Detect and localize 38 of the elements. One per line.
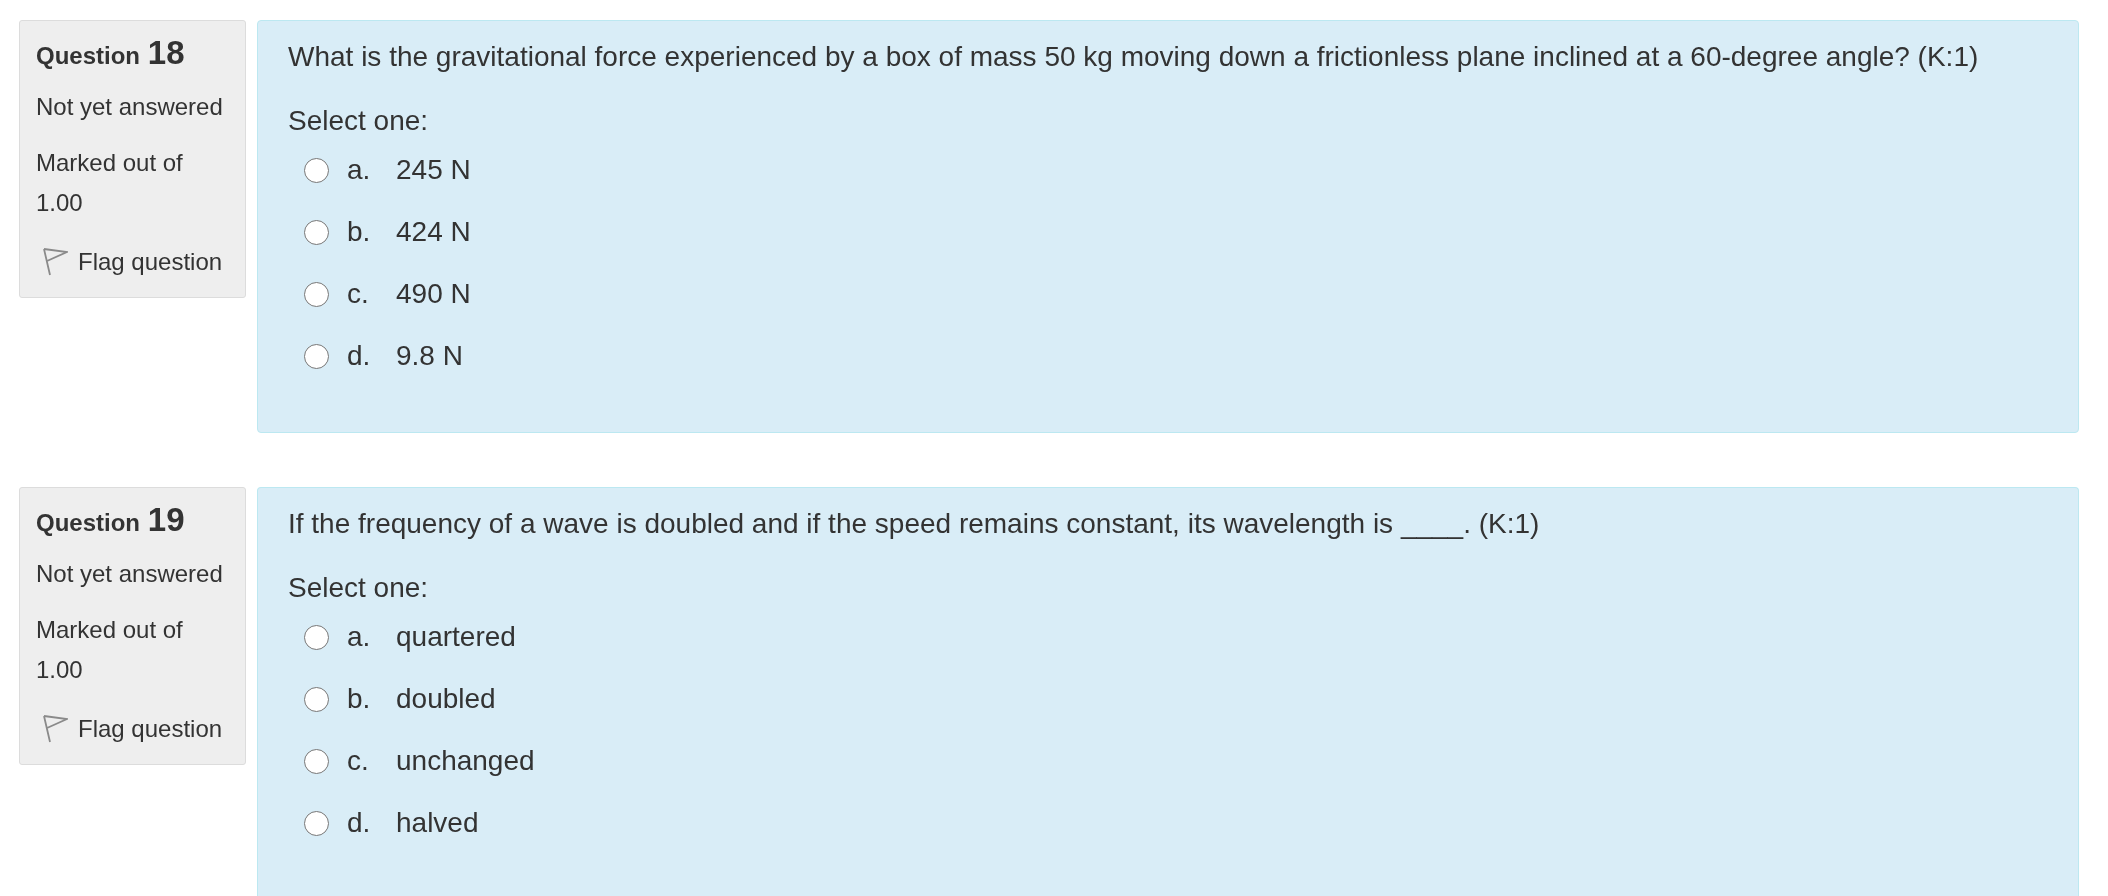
option-letter: c. bbox=[347, 745, 370, 777]
option-letter: c. bbox=[347, 278, 370, 310]
radio-button[interactable] bbox=[304, 810, 329, 836]
grade-text: Marked out of 1.00 bbox=[36, 148, 184, 218]
answer-label[interactable]: quartered bbox=[396, 621, 516, 653]
question-text: What is the gravitational force experienced by a box of mass 50 kg moving down a frictionless plane inclined at a 60-degree angle? (K:1) bbox=[288, 40, 1980, 74]
question-number: 19 bbox=[147, 501, 185, 538]
answer-status: Not yet answered bbox=[36, 92, 224, 122]
radio-button[interactable] bbox=[304, 219, 329, 245]
answer-label[interactable]: halved bbox=[396, 807, 479, 839]
answer-label[interactable]: doubled bbox=[396, 683, 496, 715]
option-letter: d. bbox=[347, 807, 372, 839]
answer-label[interactable]: 245 N bbox=[396, 154, 471, 186]
radio-button[interactable] bbox=[304, 624, 329, 650]
prompt-text: Select one: bbox=[288, 104, 429, 138]
question-label: Question bbox=[36, 509, 140, 536]
question-label: Question bbox=[36, 42, 140, 69]
answer-label[interactable]: 424 N bbox=[396, 216, 471, 248]
option-letter: a. bbox=[347, 154, 372, 186]
option-letter: b. bbox=[347, 216, 372, 248]
option-letter: a. bbox=[347, 621, 372, 653]
flag-question-link[interactable]: Flag question bbox=[36, 713, 229, 745]
radio-button[interactable] bbox=[304, 343, 329, 369]
radio-button[interactable] bbox=[304, 281, 329, 307]
grade-text: Marked out of 1.00 bbox=[36, 615, 184, 685]
answer-label[interactable]: 9.8 N bbox=[396, 340, 463, 372]
radio-button[interactable] bbox=[304, 748, 329, 774]
question-text: If the frequency of a wave is doubled and if the speed remains constant, its wavelength is ____. (K:1) bbox=[288, 507, 1541, 541]
option-letter: b. bbox=[347, 683, 372, 715]
flag-question-link[interactable]: Flag question bbox=[36, 246, 229, 278]
prompt-text: Select one: bbox=[288, 571, 429, 605]
answer-status: Not yet answered bbox=[36, 559, 224, 589]
answer-label[interactable]: unchanged bbox=[396, 745, 535, 777]
radio-button[interactable] bbox=[304, 686, 329, 712]
question-number: 18 bbox=[147, 34, 185, 71]
answer-label[interactable]: 490 N bbox=[396, 278, 471, 310]
radio-button[interactable] bbox=[304, 157, 329, 183]
option-letter: d. bbox=[347, 340, 372, 372]
